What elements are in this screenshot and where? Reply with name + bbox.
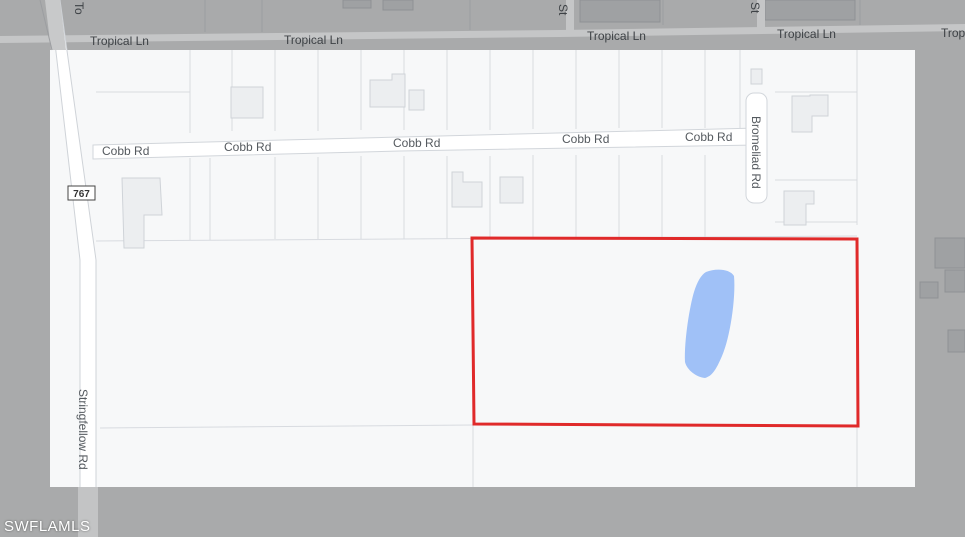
st-label-a: St <box>556 4 570 16</box>
st-label-b: St <box>748 2 762 14</box>
cobb-rd-label-3: Cobb Rd <box>393 136 440 150</box>
watermark: SWFLAMLS <box>4 518 91 535</box>
tropical-ln-label-1: Tropical Ln <box>90 34 149 48</box>
route-767-label: 767 <box>73 189 90 200</box>
cobb-rd-label-5: Cobb Rd <box>685 130 732 144</box>
tropical-ln-label-5: Trop <box>941 26 965 40</box>
map-highlight-panel <box>50 50 915 487</box>
top-road-fragment-label: To <box>72 2 86 15</box>
bromeliad-rd-label: Bromeliad Rd <box>749 116 763 189</box>
cobb-rd-label-1: Cobb Rd <box>102 144 149 158</box>
cobb-rd-label-4: Cobb Rd <box>562 132 609 146</box>
tropical-ln-label-4: Tropical Ln <box>777 27 836 41</box>
map-canvas: 767 Tropical Ln Tropical Ln Tropical Ln … <box>0 0 965 537</box>
cobb-rd-label-2: Cobb Rd <box>224 140 271 154</box>
stringfellow-rd-label: Stringfellow Rd <box>76 389 90 470</box>
tropical-ln-label-2: Tropical Ln <box>284 33 343 47</box>
tropical-ln-label-3: Tropical Ln <box>587 29 646 43</box>
